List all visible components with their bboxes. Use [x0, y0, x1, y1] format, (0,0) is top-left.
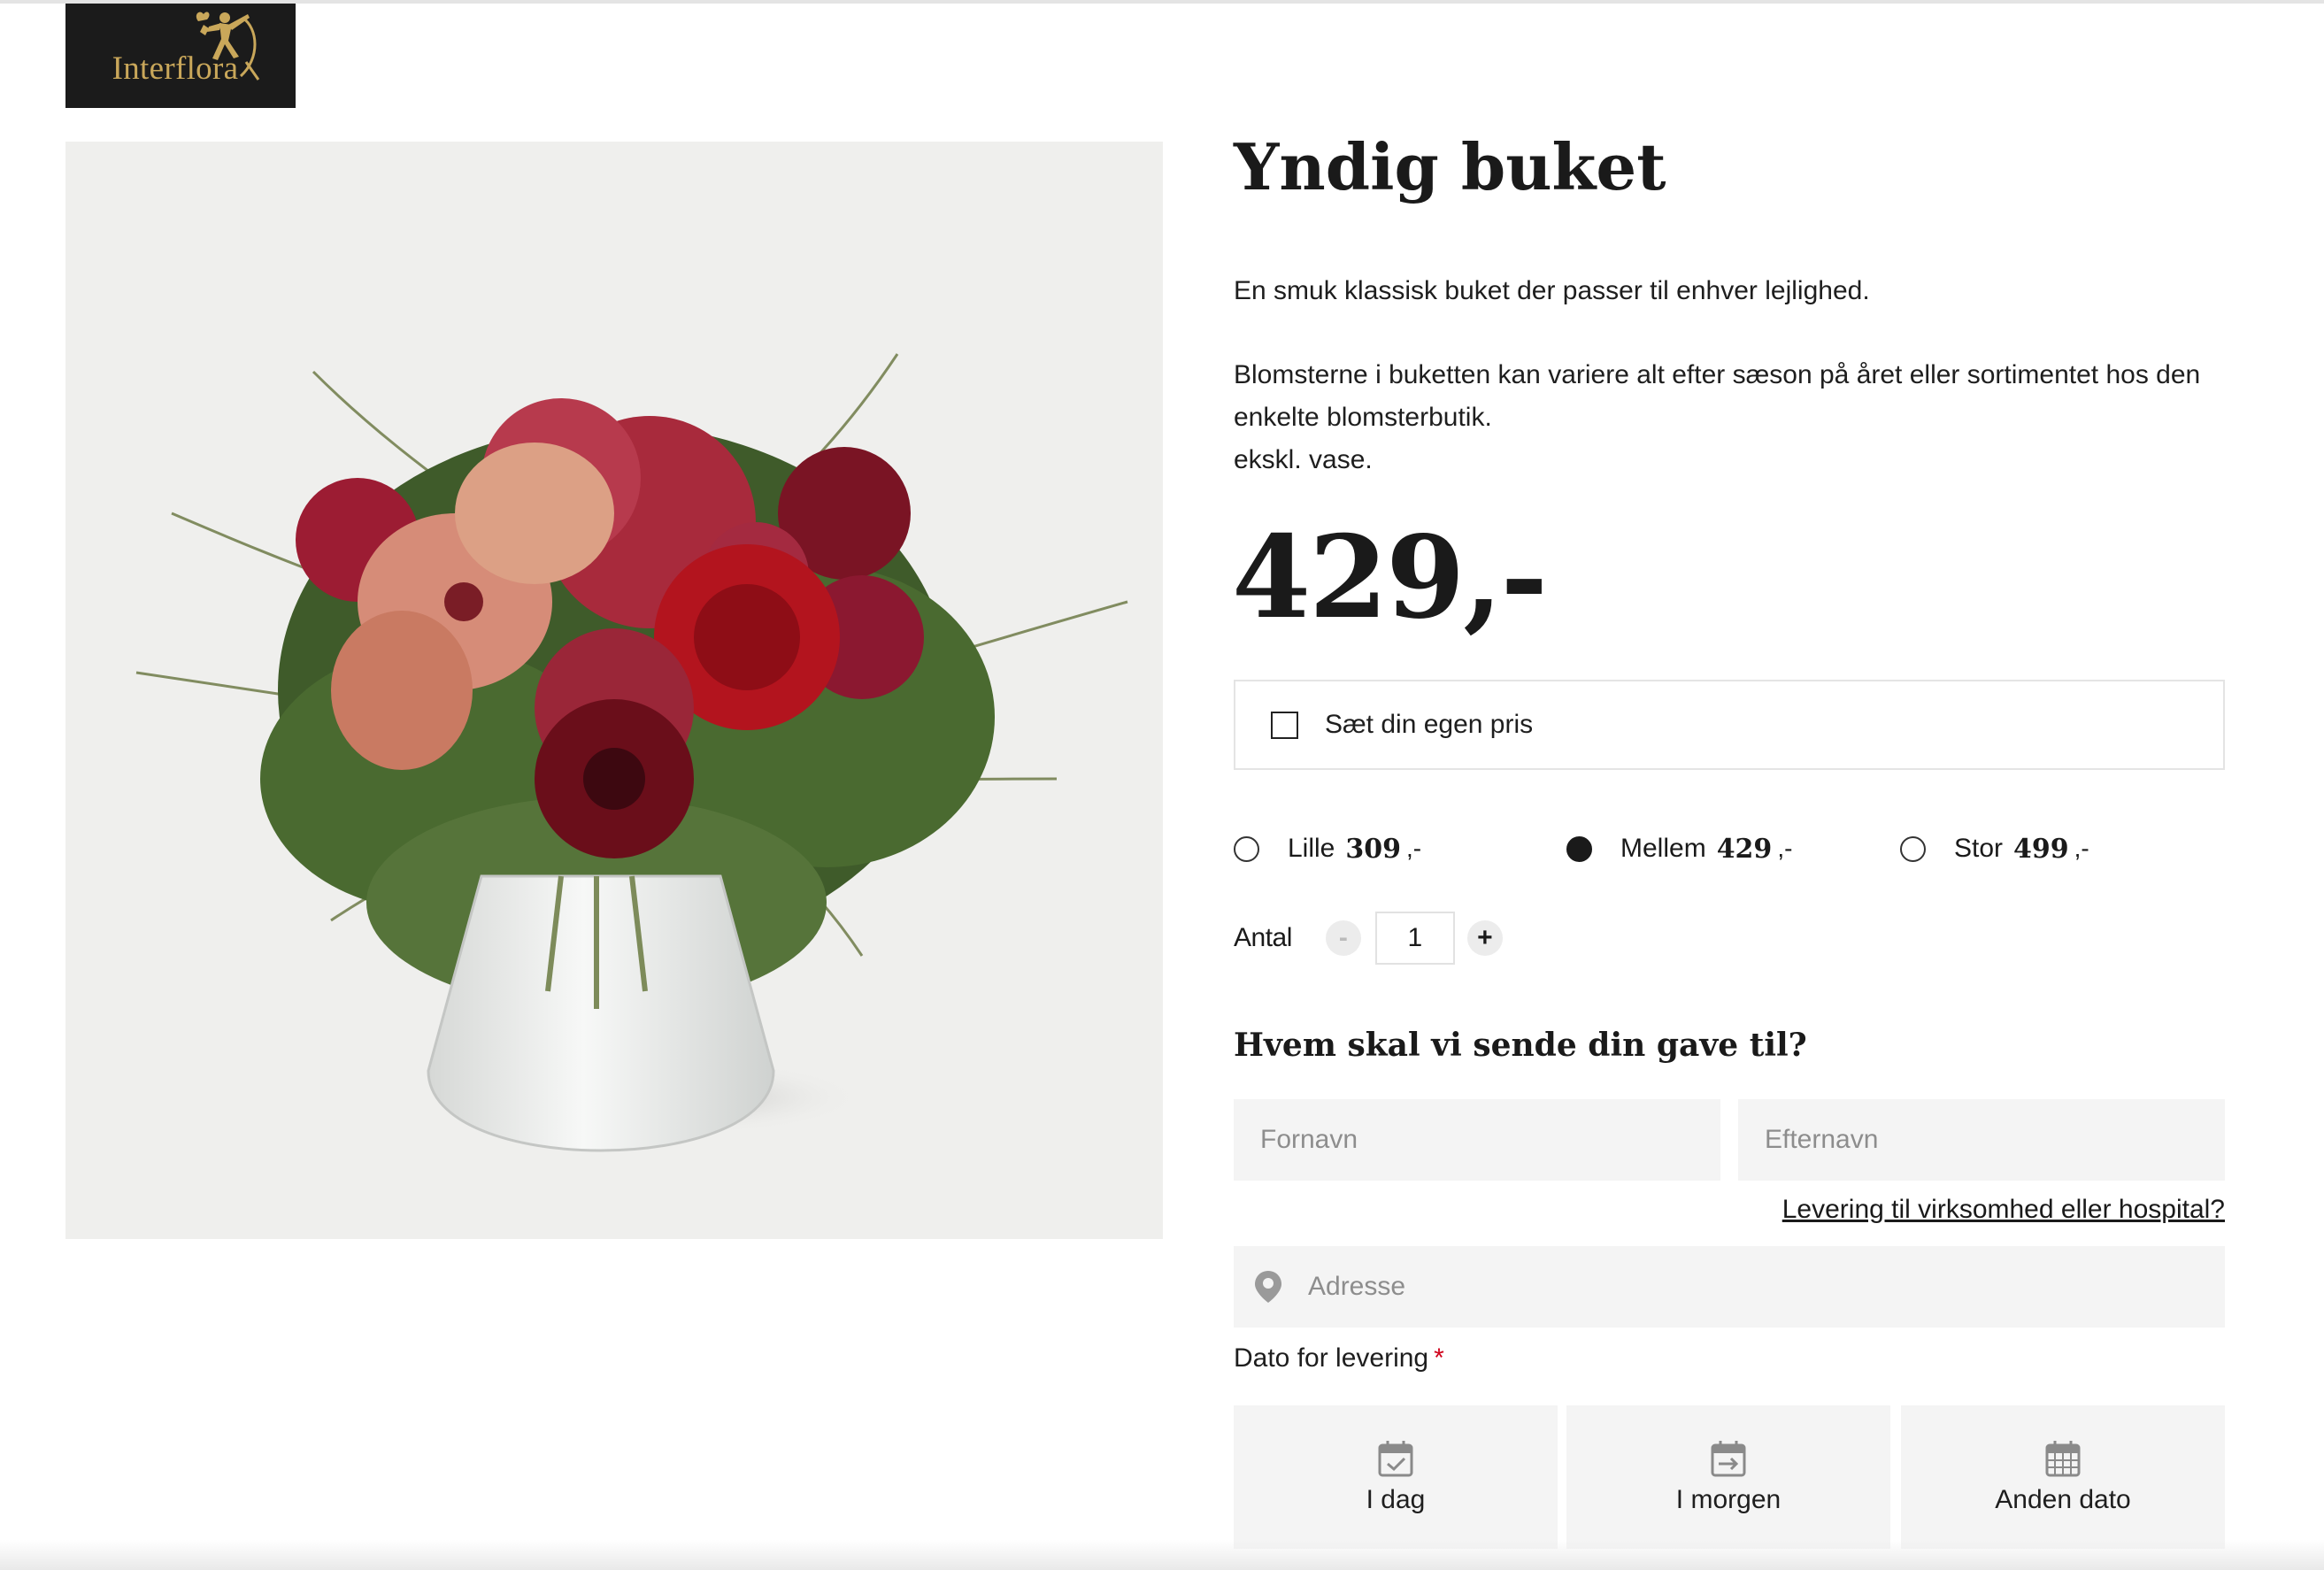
bouquet-illustration [135, 353, 1128, 1152]
calendar-icon [2045, 1441, 2081, 1477]
mercury-emblem-icon [196, 12, 260, 81]
delivery-other-date-label: Anden dato [1995, 1485, 2131, 1514]
size-price: 309 [1345, 833, 1401, 865]
size-price: 499 [2013, 833, 2069, 865]
product-description-short: En smuk klassisk buket der passer til en… [1234, 276, 1870, 305]
calendar-check-icon [1378, 1441, 1413, 1477]
quantity-input[interactable]: 1 [1374, 912, 1455, 965]
description-vase-note: ekskl. vase. [1234, 445, 1373, 474]
recipient-heading: Hvem skal vi sende din gave til? [1234, 1027, 1807, 1064]
size-radio-mellem[interactable] [1566, 835, 1592, 862]
delivery-tomorrow-label: I morgen [1675, 1485, 1781, 1514]
size-name: Mellem [1620, 834, 1706, 863]
business-delivery-link[interactable]: Levering til virksomhed eller hospital? [1782, 1195, 2225, 1225]
location-pin-icon [1255, 1271, 1281, 1303]
own-price-option[interactable]: Sæt din egen pris [1234, 680, 2225, 770]
delivery-date-label: Dato for levering * [1234, 1343, 1444, 1374]
size-option-stor[interactable]: Stor 499 ,- [1900, 827, 2089, 871]
size-option-mellem[interactable]: Mellem 429 ,- [1566, 827, 1792, 871]
size-option-lille[interactable]: Lille 309 ,- [1234, 827, 1421, 871]
product-title: Yndig buket [1234, 129, 1666, 204]
first-name-field[interactable]: Fornavn [1234, 1099, 1720, 1181]
interflora-logo[interactable]: Interflora [65, 4, 296, 108]
size-selector: Lille 309 ,- Mellem 429 ,- Stor 499 ,- [1234, 827, 2225, 871]
delivery-tomorrow-button[interactable]: I morgen [1566, 1405, 1890, 1549]
size-name: Lille [1288, 834, 1335, 863]
quantity-decrease-button[interactable]: - [1325, 920, 1361, 956]
quantity-increase-button[interactable]: + [1466, 920, 1503, 956]
delivery-other-date-button[interactable]: Anden dato [1901, 1405, 2225, 1549]
address-field[interactable]: Adresse [1234, 1246, 2225, 1328]
delivery-date-label-text: Dato for levering [1234, 1343, 1429, 1373]
size-name: Stor [1954, 834, 2004, 863]
size-price-suffix: ,- [1406, 835, 1422, 862]
bottom-edge [0, 1540, 2324, 1570]
size-radio-stor[interactable] [1900, 835, 1926, 862]
required-mark: * [1434, 1343, 1444, 1373]
size-price-suffix: ,- [2074, 835, 2089, 862]
own-price-label: Sæt din egen pris [1325, 710, 1534, 739]
own-price-checkbox[interactable] [1271, 711, 1298, 739]
product-description-long: Blomsterne i buketten kan variere alt ef… [1234, 354, 2234, 481]
product-image[interactable] [65, 142, 1163, 1239]
size-price: 429 [1716, 833, 1773, 865]
quantity-label: Antal [1234, 923, 1292, 952]
product-price: 429,- [1232, 512, 1548, 644]
delivery-today-button[interactable]: I dag [1234, 1405, 1558, 1549]
top-border [0, 0, 2324, 4]
address-placeholder: Adresse [1308, 1272, 1406, 1301]
last-name-field[interactable]: Efternavn [1738, 1099, 2225, 1181]
description-variation-note: Blomsterne i buketten kan variere alt ef… [1234, 360, 2201, 432]
size-price-suffix: ,- [1777, 835, 1793, 862]
calendar-arrow-icon [1711, 1441, 1746, 1477]
size-radio-lille[interactable] [1234, 835, 1259, 862]
delivery-today-label: I dag [1366, 1485, 1426, 1514]
quantity-stepper: Antal - 1 + [1234, 912, 1503, 965]
